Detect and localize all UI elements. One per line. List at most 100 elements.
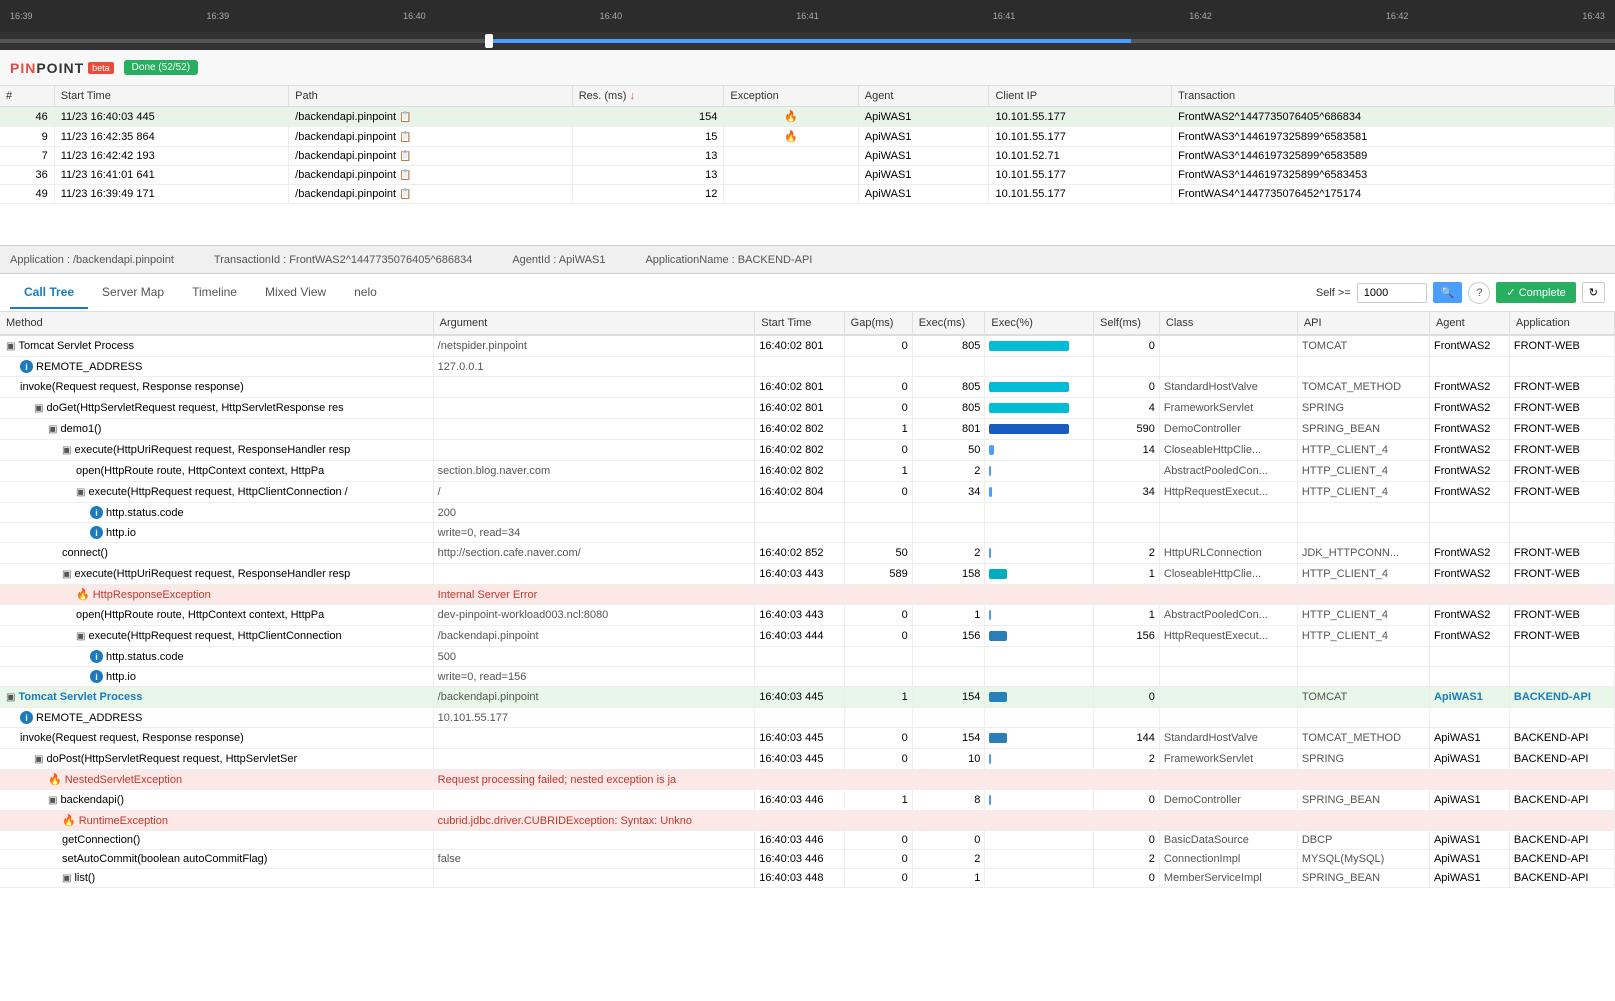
call-tree-row[interactable]: ▣ Tomcat Servlet Process /netspider.pinp… [0, 335, 1615, 357]
expand-icon[interactable]: ▣ [48, 424, 57, 435]
call-tree-row[interactable]: open(HttpRoute route, HttpContext contex… [0, 605, 1615, 626]
expand-icon[interactable]: ▣ [6, 341, 15, 352]
expand-icon[interactable]: ▣ [76, 631, 85, 642]
argument-text: 200 [438, 507, 456, 519]
help-button[interactable]: ? [1468, 282, 1490, 304]
table-row[interactable]: 49 11/23 16:39:49 171 /backendapi.pinpoi… [0, 185, 1615, 204]
cell-path: /backendapi.pinpoint 📋 [289, 127, 573, 147]
call-tree-row[interactable]: open(HttpRoute route, HttpContext contex… [0, 461, 1615, 482]
table-row[interactable]: 9 11/23 16:42:35 864 /backendapi.pinpoin… [0, 127, 1615, 147]
complete-button[interactable]: ✓ Complete [1496, 282, 1575, 303]
call-tree-row[interactable]: connect() http://section.cafe.naver.com/… [0, 543, 1615, 564]
call-tree-row[interactable]: ▣ backendapi() 16:40:03 446 1 8 0 DemoCo… [0, 790, 1615, 811]
tab-server-map[interactable]: Server Map [88, 277, 178, 309]
class-cell [1159, 770, 1297, 790]
call-tree-container[interactable]: Method Argument Start Time Gap(ms) Exec(… [0, 312, 1615, 973]
call-tree-row[interactable]: ▣ Tomcat Servlet Process /backendapi.pin… [0, 687, 1615, 708]
call-tree-row[interactable]: invoke(Request request, Response respons… [0, 377, 1615, 398]
fire-icon: 🔥 [784, 131, 798, 143]
method-name: doPost(HttpServletRequest request, HttpS… [46, 753, 297, 765]
expand-icon[interactable]: ▣ [34, 754, 43, 765]
class-cell [1159, 811, 1297, 831]
call-tree-row[interactable]: i REMOTE_ADDRESS 10.101.55.177 [0, 708, 1615, 728]
exec-bar [989, 485, 1089, 499]
agent-cell [1429, 811, 1509, 831]
expand-icon[interactable]: ▣ [6, 692, 15, 703]
search-area: Self >= 🔍 ? ✓ Complete ↻ [1316, 282, 1605, 304]
tab-call-tree[interactable]: Call Tree [10, 277, 88, 309]
timeline-scrubber[interactable] [0, 32, 1615, 50]
call-tree-row[interactable]: getConnection() 16:40:03 446 0 0 0 Basic… [0, 831, 1615, 850]
exec-cell [912, 585, 985, 605]
call-tree-row[interactable]: i http.status.code 500 [0, 647, 1615, 667]
call-tree-row[interactable]: ▣ execute(HttpRequest request, HttpClien… [0, 482, 1615, 503]
tab-mixed-view[interactable]: Mixed View [251, 277, 340, 309]
tick-8: 16:42 [1386, 11, 1409, 21]
call-tree-row[interactable]: invoke(Request request, Response respons… [0, 728, 1615, 749]
method-name: demo1() [60, 423, 101, 435]
cell-transaction: FrontWAS3^1446197325899^6583589 [1172, 147, 1615, 166]
exec-pct-cell [985, 523, 1094, 543]
expand-icon[interactable]: ▣ [62, 445, 71, 456]
scrubber-handle[interactable] [485, 34, 493, 48]
cell-client-ip: 10.101.55.177 [989, 166, 1172, 185]
application-cell [1509, 770, 1614, 790]
call-tree-row[interactable]: i http.io write=0, read=34 [0, 523, 1615, 543]
gap-cell: 0 [844, 850, 912, 869]
table-row[interactable]: 36 11/23 16:41:01 641 /backendapi.pinpoi… [0, 166, 1615, 185]
expand-icon[interactable]: ▣ [62, 873, 71, 884]
gap-cell: 0 [844, 377, 912, 398]
cell-transaction: FrontWAS4^1447735076452^175174 [1172, 185, 1615, 204]
expand-icon[interactable]: ▣ [76, 487, 85, 498]
call-tree-row[interactable]: i http.io write=0, read=156 [0, 667, 1615, 687]
exec-bar [989, 380, 1089, 394]
application-cell: FRONT-WEB [1509, 419, 1614, 440]
call-tree-row[interactable]: i http.status.code 200 [0, 503, 1615, 523]
search-button[interactable]: 🔍 [1433, 282, 1463, 303]
application-cell [1509, 708, 1614, 728]
self-input[interactable] [1357, 283, 1427, 303]
expand-icon[interactable]: ▣ [48, 795, 57, 806]
tab-nelo[interactable]: nelo [340, 277, 391, 309]
call-tree-row[interactable]: ▣ execute(HttpUriRequest request, Respon… [0, 440, 1615, 461]
table-row[interactable]: 7 11/23 16:42:42 193 /backendapi.pinpoin… [0, 147, 1615, 166]
self-cell [1094, 647, 1160, 667]
exec-pct-cell [985, 461, 1094, 482]
cell-client-ip: 10.101.55.177 [989, 185, 1172, 204]
tab-timeline[interactable]: Timeline [178, 277, 251, 309]
col-start-time: Start Time [755, 312, 844, 335]
table-row[interactable]: 46 11/23 16:40:03 445 /backendapi.pinpoi… [0, 107, 1615, 127]
method-cell: i http.status.code [0, 647, 433, 667]
start-time-cell [755, 523, 844, 543]
method-name: http.io [106, 527, 136, 539]
call-tree-row[interactable]: ▣ execute(HttpUriRequest request, Respon… [0, 564, 1615, 585]
gap-cell: 1 [844, 687, 912, 708]
cell-num: 36 [0, 166, 54, 185]
api-cell: TOMCAT_METHOD [1297, 377, 1429, 398]
col-num: # [0, 86, 54, 107]
method-cell: ▣ doGet(HttpServletRequest request, Http… [0, 398, 433, 419]
method-cell: invoke(Request request, Response respons… [0, 728, 433, 749]
expand-icon[interactable]: ▣ [34, 403, 43, 414]
call-tree-row[interactable]: 🔥 RuntimeException cubrid.jdbc.driver.CU… [0, 811, 1615, 831]
call-tree-row[interactable]: ▣ doGet(HttpServletRequest request, Http… [0, 398, 1615, 419]
agent-cell [1429, 667, 1509, 687]
call-tree-row[interactable]: 🔥 HttpResponseException Internal Server … [0, 585, 1615, 605]
refresh-button[interactable]: ↻ [1582, 282, 1605, 303]
call-tree-row[interactable]: ▣ doPost(HttpServletRequest request, Htt… [0, 749, 1615, 770]
agent-cell: FrontWAS2 [1429, 398, 1509, 419]
argument-cell [433, 831, 755, 850]
exec-pct-cell [985, 831, 1094, 850]
api-cell: SPRING_BEAN [1297, 419, 1429, 440]
call-tree-row[interactable]: i REMOTE_ADDRESS 127.0.0.1 [0, 357, 1615, 377]
argument-text: 10.101.55.177 [438, 712, 508, 724]
expand-icon[interactable]: ▣ [62, 569, 71, 580]
call-tree-row[interactable]: ▣ list() 16:40:03 448 0 1 0 MemberServic… [0, 869, 1615, 888]
call-tree-row[interactable]: setAutoCommit(boolean autoCommitFlag) fa… [0, 850, 1615, 869]
call-tree-row[interactable]: 🔥 NestedServletException Request process… [0, 770, 1615, 790]
call-tree-row[interactable]: ▣ execute(HttpRequest request, HttpClien… [0, 626, 1615, 647]
application-cell: FRONT-WEB [1509, 398, 1614, 419]
start-time-cell [755, 667, 844, 687]
call-tree-row[interactable]: ▣ demo1() 16:40:02 802 1 801 590 DemoCon… [0, 419, 1615, 440]
api-cell [1297, 770, 1429, 790]
